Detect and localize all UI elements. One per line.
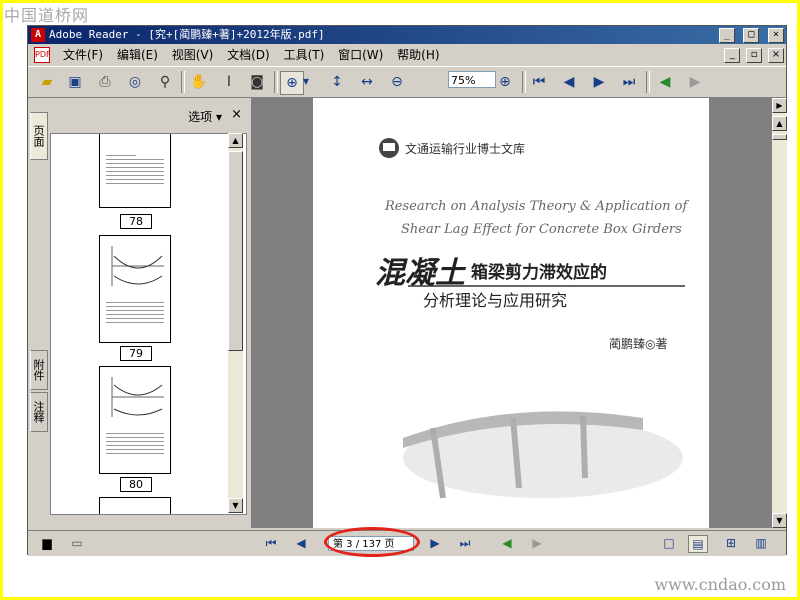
menu-file[interactable]: 文件(F) xyxy=(58,45,108,65)
maximize-button[interactable]: □ xyxy=(743,28,760,43)
menu-tools[interactable]: 工具(T) xyxy=(279,45,330,65)
status-bar: ▆ ▭ ⏮ ◀ 第 3 / 137 页 ▶ ⏭ ◀ ▶ □ ▤ ⊞ ▥ xyxy=(28,527,786,557)
thumbnail-label: 78 xyxy=(120,214,152,229)
watermark-bottom: www.cndao.com xyxy=(654,575,786,594)
snapshot-icon[interactable]: ◙ xyxy=(246,71,268,93)
toolbar-separator xyxy=(274,71,278,93)
tab-attachments[interactable]: 附件 xyxy=(30,350,48,390)
fit-page-icon[interactable]: ↕ xyxy=(326,71,348,93)
scroll-thumb[interactable] xyxy=(228,151,243,351)
doc-close-button[interactable]: × xyxy=(768,48,784,63)
watermark-top: 中国道桥网 xyxy=(4,6,90,25)
navigation-panel: 页面 附件 注释 选项 ▾ × 78 79 80 ▲ ▼ xyxy=(28,98,251,528)
thumbnail-label: 80 xyxy=(120,477,152,492)
continuous-facing-icon[interactable]: ▥ xyxy=(752,535,770,551)
menu-view[interactable]: 视图(V) xyxy=(167,45,219,65)
panel-header: 选项 ▾ × xyxy=(50,98,250,132)
thumbnail-page[interactable] xyxy=(99,134,171,208)
scroll-up-icon[interactable]: ▲ xyxy=(228,133,243,148)
zoom-input[interactable]: 75% xyxy=(448,71,496,88)
panel-tabs: 页面 附件 注释 xyxy=(28,98,50,528)
first-page-icon[interactable]: ⏮ xyxy=(262,535,280,551)
open-icon[interactable]: ▰ xyxy=(36,71,58,93)
scroll-thumb[interactable] xyxy=(772,134,787,140)
monitor-icon[interactable]: ▆ xyxy=(38,535,56,551)
title-bar: A Adobe Reader - [究+[蔺鹏臻+著]+2012年版.pdf] _… xyxy=(28,26,786,44)
prev-page-icon[interactable]: ◀ xyxy=(558,71,580,93)
toolbar-separator xyxy=(181,71,185,93)
thumbnail-page[interactable] xyxy=(99,235,171,343)
hand-icon[interactable]: ✋ xyxy=(188,71,210,93)
tab-pages[interactable]: 页面 xyxy=(30,112,48,160)
search-icon[interactable]: ⚲ xyxy=(154,71,176,93)
facing-icon[interactable]: ⊞ xyxy=(722,535,740,551)
zoom-out-icon[interactable]: ⊖ xyxy=(386,71,408,93)
last-page-icon[interactable]: ⏭ xyxy=(618,71,640,93)
thumbnail-label: 79 xyxy=(120,346,152,361)
next-page-icon[interactable]: ▶ xyxy=(588,71,610,93)
close-button[interactable]: × xyxy=(768,28,784,43)
go-back-icon[interactable]: ◀ xyxy=(654,71,676,93)
print-icon[interactable]: ⎙ xyxy=(94,71,116,93)
english-title-line2: Shear Lag Effect for Concrete Box Girder… xyxy=(401,222,682,237)
go-forward-icon[interactable]: ▶ xyxy=(528,535,546,551)
thumbnail-page[interactable] xyxy=(99,366,171,474)
email-icon[interactable]: ◎ xyxy=(124,71,146,93)
highlight-circle xyxy=(324,527,420,557)
prev-page-icon[interactable]: ◀ xyxy=(292,535,310,551)
author-name: 蔺鹏臻◎著 xyxy=(609,337,667,351)
minimize-button[interactable]: _ xyxy=(718,28,735,43)
scroll-up-icon[interactable]: ▲ xyxy=(772,116,787,131)
single-page-icon[interactable]: □ xyxy=(660,535,678,551)
toolbar-separator xyxy=(522,71,526,93)
zoom-plus-icon[interactable]: ⊕ xyxy=(494,71,516,93)
document-scrollbar[interactable]: ▶ ▲ ▼ xyxy=(772,98,787,528)
window-title: Adobe Reader - [究+[蔺鹏臻+著]+2012年版.pdf] xyxy=(49,28,325,41)
pdf-page: 文通运输行业博士文库 Research on Analysis Theory &… xyxy=(313,98,709,528)
menu-help[interactable]: 帮助(H) xyxy=(392,45,444,65)
thumbnail-plot-icon xyxy=(111,246,164,286)
toolbar: ▰ ▣ ⎙ ◎ ⚲ ✋ I ◙ ⊕ ▼ ↕ ↔ ⊖ ▼ ⊕ ⏮ ◀ ▶ ⏭ ◀ … xyxy=(28,66,786,98)
menu-document[interactable]: 文档(D) xyxy=(222,45,275,65)
thumbnail-plot-icon xyxy=(111,377,164,417)
select-icon[interactable]: I xyxy=(218,71,240,93)
continuous-icon[interactable]: ▤ xyxy=(688,535,708,553)
scroll-down-icon[interactable]: ▼ xyxy=(228,498,243,513)
fit-width-icon[interactable]: ↔ xyxy=(356,71,378,93)
scroll-down-icon[interactable]: ▼ xyxy=(772,513,787,528)
doc-minimize-button[interactable]: _ xyxy=(724,48,741,63)
panel-toggle-icon[interactable]: ▶ xyxy=(772,98,787,113)
thumbnail-scrollbar[interactable]: ▲ ▼ xyxy=(228,133,243,513)
english-title-line1: Research on Analysis Theory & Applicatio… xyxy=(384,199,689,214)
menu-bar: PDF 文件(F) 编辑(E) 视图(V) 文档(D) 工具(T) 窗口(W) … xyxy=(28,45,786,65)
menu-edit[interactable]: 编辑(E) xyxy=(112,45,163,65)
page-layout-icon[interactable]: ▭ xyxy=(68,535,86,551)
pdf-document-icon[interactable]: PDF xyxy=(34,47,51,63)
thumbnail-page[interactable] xyxy=(99,497,171,514)
tab-comments[interactable]: 注释 xyxy=(30,392,48,432)
chevron-down-icon[interactable]: ▼ xyxy=(300,71,312,93)
last-page-icon[interactable]: ⏭ xyxy=(456,535,474,551)
document-view[interactable]: 文通运输行业博士文库 Research on Analysis Theory &… xyxy=(251,98,772,528)
menu-window[interactable]: 窗口(W) xyxy=(333,45,388,65)
save-icon[interactable]: ▣ xyxy=(64,71,86,93)
adobe-icon: A xyxy=(31,28,45,42)
chinese-title-rest: 箱梁剪力滞效应的 xyxy=(471,262,607,283)
close-icon[interactable]: × xyxy=(231,107,242,122)
toolbar-separator xyxy=(646,71,650,93)
doc-restore-button[interactable]: ▫ xyxy=(746,48,763,63)
go-forward-icon[interactable]: ▶ xyxy=(684,71,706,93)
reader-window: A Adobe Reader - [究+[蔺鹏臻+著]+2012年版.pdf] _… xyxy=(27,25,787,557)
options-menu[interactable]: 选项 ▾ xyxy=(188,108,222,125)
series-title: 文通运输行业博士文库 xyxy=(405,141,525,156)
book-cover: 文通运输行业博士文库 Research on Analysis Theory &… xyxy=(375,138,689,499)
thumbnail-list[interactable]: 78 79 80 xyxy=(50,133,247,515)
go-back-icon[interactable]: ◀ xyxy=(498,535,516,551)
chinese-title-line2: 分析理论与应用研究 xyxy=(423,291,567,310)
next-page-icon[interactable]: ▶ xyxy=(426,535,444,551)
first-page-icon[interactable]: ⏮ xyxy=(528,71,550,93)
